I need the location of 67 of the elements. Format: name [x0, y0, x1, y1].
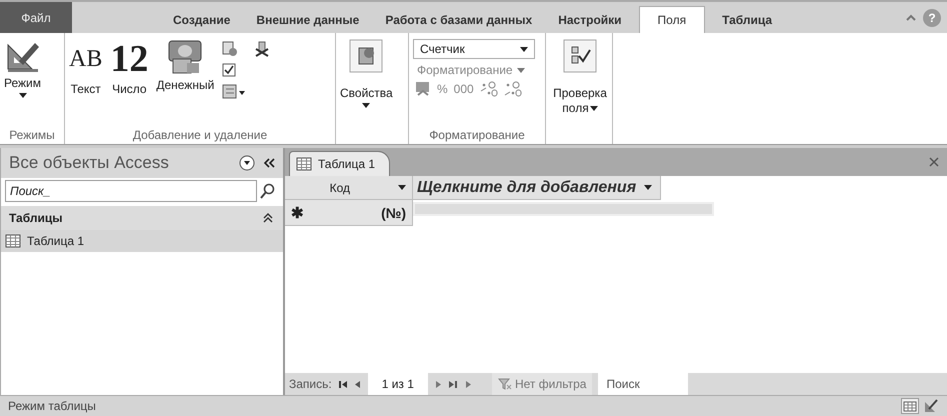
section-header[interactable]: Таблицы — [1, 206, 283, 230]
currency-format-icon[interactable] — [415, 81, 431, 97]
collapse-ribbon-icon[interactable] — [905, 12, 917, 22]
group-label: Добавление и удаление — [132, 127, 268, 144]
field-validation-button[interactable]: Проверка поля — [550, 39, 610, 116]
next-record-icon[interactable] — [434, 380, 442, 388]
previous-record-icon[interactable] — [354, 380, 362, 388]
field-type-button[interactable]: AB Текст — [69, 39, 102, 96]
caret-icon — [520, 46, 528, 52]
lookup-field-icon[interactable] — [222, 41, 238, 57]
checklist-icon — [563, 39, 597, 73]
table-cell[interactable]: (№) — [381, 204, 406, 220]
more-fields-icon[interactable] — [222, 83, 246, 99]
properties-icon — [349, 39, 384, 73]
ribbon-tab[interactable]: Настройки — [545, 6, 635, 33]
search-icon[interactable] — [260, 183, 276, 199]
datasheet-view-icon[interactable] — [901, 398, 919, 414]
ribbon-tab[interactable]: Работа с базами данных — [372, 6, 546, 33]
ribbon-tab[interactable]: Внешние данные — [243, 6, 372, 33]
dropdown-icon[interactable] — [239, 155, 255, 171]
ribbon-tab[interactable]: Таблица — [709, 6, 786, 33]
data-type-dropdown[interactable]: Счетчик — [413, 39, 535, 59]
search-field[interactable]: Поиск — [598, 373, 688, 395]
record-label: Запись: — [289, 377, 332, 391]
nav-pane-title: Все объекты Access — [9, 153, 170, 173]
number-format-button[interactable]: % — [437, 82, 448, 96]
column-header[interactable]: Код — [285, 176, 413, 200]
field-type-glyph: AB — [69, 45, 102, 74]
table-icon — [5, 234, 21, 248]
design-view-icon[interactable] — [923, 398, 939, 414]
add-column-header[interactable]: Щелкните для добавления — [413, 176, 662, 200]
caret-icon — [18, 93, 26, 98]
record-position-field[interactable]: 1 из 1 — [368, 373, 428, 395]
first-record-icon[interactable] — [338, 380, 348, 388]
table-cell[interactable] — [413, 202, 714, 216]
group-label: Форматирование — [428, 127, 526, 144]
checkbox-icon[interactable] — [222, 63, 236, 77]
decrease-decimals-icon[interactable] — [504, 81, 522, 97]
status-text: Режим таблицы — [8, 399, 96, 413]
caret-icon — [362, 103, 370, 108]
collapse-pane-icon[interactable] — [263, 158, 275, 168]
filter-icon — [498, 378, 512, 390]
ribbon-tab[interactable]: Поля — [638, 6, 706, 33]
field-type-glyph: 12 — [110, 39, 148, 79]
nav-item[interactable]: Таблица 1 — [1, 230, 283, 252]
search-field[interactable]: Поиск_ — [5, 180, 257, 202]
field-type-button[interactable]: Денежный — [156, 39, 214, 92]
delete-field-icon[interactable] — [254, 41, 270, 57]
new-record-icon[interactable] — [464, 380, 472, 388]
file-tab[interactable]: Файл — [0, 2, 72, 33]
caret-icon — [590, 106, 598, 112]
last-record-icon[interactable] — [448, 380, 458, 388]
new-record-marker: ✱ — [291, 204, 304, 222]
double-chevron-icon — [263, 213, 273, 223]
caret-icon — [516, 68, 525, 72]
group-label: Режимы — [8, 127, 56, 144]
ribbon-tab[interactable]: Создание — [160, 6, 244, 33]
table-icon — [296, 157, 312, 171]
view-mode-button[interactable]: Режим — [4, 39, 41, 98]
caret-icon — [644, 185, 652, 190]
properties-button[interactable]: Свойства — [340, 39, 393, 108]
caret-icon — [398, 185, 406, 190]
increase-decimals-icon[interactable] — [480, 81, 498, 97]
close-icon[interactable] — [929, 157, 939, 167]
document-tab[interactable]: Таблица 1 — [289, 151, 390, 176]
number-format-button[interactable]: 000 — [454, 82, 474, 96]
field-type-button[interactable]: 12 Число — [110, 39, 148, 96]
